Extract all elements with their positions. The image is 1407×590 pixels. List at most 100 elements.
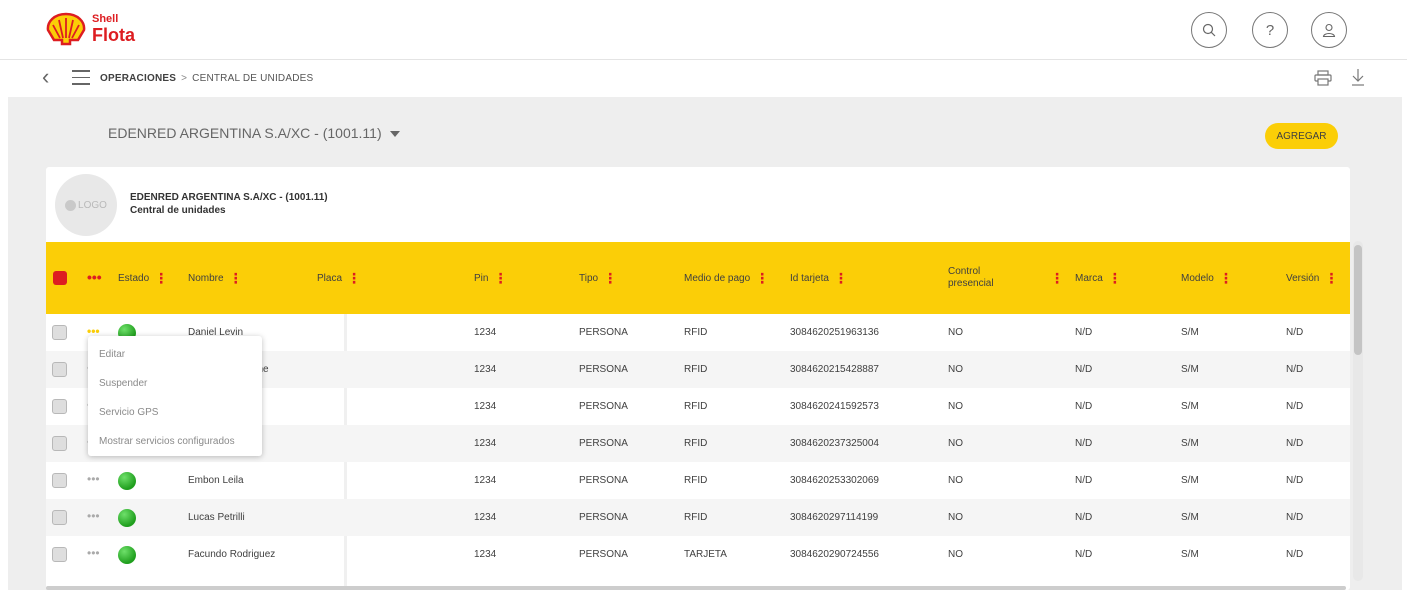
cell-version: N/D — [1286, 549, 1304, 560]
menu-item-servicio-gps[interactable]: Servicio GPS — [88, 398, 262, 427]
menu-icon[interactable] — [72, 70, 90, 85]
menu-item-editar[interactable]: Editar — [88, 340, 262, 369]
row-checkbox[interactable] — [52, 436, 67, 451]
menu-item-mostrar-servicios[interactable]: Mostrar servicios configurados — [88, 427, 262, 456]
col-estado-menu-icon[interactable]: ⋮ — [154, 271, 168, 285]
cell-marca: N/D — [1075, 364, 1093, 375]
row-actions-icon[interactable]: ••• — [87, 509, 100, 523]
cell-modelo: S/M — [1181, 327, 1199, 338]
col-placa-menu-icon[interactable]: ⋮ — [347, 271, 361, 285]
col-medio-pago-menu-icon[interactable]: ⋮ — [755, 271, 769, 285]
breadcrumb: OPERACIONES > CENTRAL DE UNIDADES — [100, 73, 313, 84]
cell-pin: 1234 — [474, 475, 497, 486]
search-icon[interactable] — [1191, 12, 1227, 48]
col-version-label: Versión — [1286, 272, 1320, 284]
col-medio-pago[interactable]: Medio de pago ⋮ — [684, 242, 769, 314]
cell-modelo: S/M — [1181, 549, 1199, 560]
col-nombre[interactable]: Nombre ⋮ — [188, 242, 243, 314]
help-icon[interactable]: ? — [1252, 12, 1288, 48]
breadcrumb-section[interactable]: OPERACIONES — [100, 73, 176, 84]
col-placa[interactable]: Placa ⋮ — [317, 242, 361, 314]
row-checkbox[interactable] — [52, 399, 67, 414]
user-icon[interactable] — [1311, 12, 1347, 48]
status-active-icon — [118, 546, 136, 564]
col-control-menu-icon[interactable]: ⋮ — [1050, 271, 1064, 285]
row-checkbox[interactable] — [52, 362, 67, 377]
col-pin-menu-icon[interactable]: ⋮ — [493, 271, 507, 285]
col-tipo-menu-icon[interactable]: ⋮ — [603, 271, 617, 285]
cell-nombre: Embon Leila — [188, 475, 244, 486]
col-id-tarjeta[interactable]: Id tarjeta ⋮ — [790, 242, 848, 314]
cell-tipo: PERSONA — [579, 512, 628, 523]
cell-marca: N/D — [1075, 512, 1093, 523]
back-arrow-icon[interactable]: ‹ — [42, 66, 49, 88]
col-marca[interactable]: Marca ⋮ — [1075, 242, 1122, 314]
col-version-menu-icon[interactable]: ⋮ — [1324, 271, 1338, 285]
cell-tipo: PERSONA — [579, 475, 628, 486]
col-pin[interactable]: Pin ⋮ — [474, 242, 507, 314]
col-modelo-menu-icon[interactable]: ⋮ — [1219, 271, 1233, 285]
col-estado-label: Estado — [118, 272, 150, 284]
vertical-scroll-thumb[interactable] — [1354, 245, 1362, 355]
row-actions-icon[interactable]: ••• — [87, 546, 100, 560]
company-select[interactable]: EDENRED ARGENTINA S.A/XC - (1001.11) — [108, 125, 400, 141]
cell-medio-pago: RFID — [684, 475, 708, 486]
table-row[interactable]: ••• Lucas Petrilli 1234 PERSONA RFID 30846202… — [46, 499, 1350, 536]
col-tipo[interactable]: Tipo ⋮ — [579, 242, 617, 314]
menu-item-suspender[interactable]: Suspender — [88, 369, 262, 398]
row-actions-icon[interactable]: ••• — [87, 472, 100, 486]
horizontal-scrollbar[interactable] — [46, 586, 1346, 590]
cell-modelo: S/M — [1181, 438, 1199, 449]
company-select-value: EDENRED ARGENTINA S.A/XC - (1001.11) — [108, 125, 382, 141]
add-button[interactable]: AGREGAR — [1265, 123, 1338, 149]
col-modelo[interactable]: Modelo ⋮ — [1181, 242, 1233, 314]
cell-modelo: S/M — [1181, 512, 1199, 523]
bulk-actions-icon[interactable]: ••• — [87, 269, 102, 285]
col-nombre-menu-icon[interactable]: ⋮ — [229, 271, 243, 285]
cell-id-tarjeta: 3084620241592573 — [790, 401, 879, 412]
table-row[interactable]: ••• Facundo Rodriguez 1234 PERSONA TARJETA 30… — [46, 536, 1350, 573]
cell-pin: 1234 — [474, 401, 497, 412]
row-checkbox[interactable] — [52, 547, 67, 562]
col-estado[interactable]: Estado ⋮ — [118, 242, 168, 314]
row-actions-menu: Editar Suspender Servicio GPS Mostrar se… — [88, 336, 262, 456]
cell-marca: N/D — [1075, 438, 1093, 449]
select-all-checkbox[interactable] — [53, 271, 67, 285]
top-header: Shell Flota ? — [0, 0, 1407, 60]
col-marca-menu-icon[interactable]: ⋮ — [1108, 271, 1122, 285]
col-tipo-label: Tipo — [579, 272, 599, 284]
col-control-label-line2: presencial — [948, 278, 994, 289]
cell-modelo: S/M — [1181, 401, 1199, 412]
table-row[interactable]: ••• Embon Leila 1234 PERSONA RFID 30846202533… — [46, 462, 1350, 499]
cell-marca: N/D — [1075, 475, 1093, 486]
breadcrumb-page: CENTRAL DE UNIDADES — [192, 73, 314, 84]
cell-medio-pago: RFID — [684, 512, 708, 523]
cell-medio-pago: RFID — [684, 364, 708, 375]
vertical-scrollbar[interactable] — [1353, 241, 1363, 581]
cell-medio-pago: RFID — [684, 401, 708, 412]
col-version[interactable]: Versión ⋮ — [1286, 242, 1338, 314]
logo-placeholder-text: LOGO — [78, 199, 107, 211]
cell-control-presencial: NO — [948, 512, 963, 523]
company-logo-placeholder: LOGO — [55, 174, 117, 236]
card-title: EDENRED ARGENTINA S.A/XC - (1001.11) — [130, 192, 328, 203]
shell-logo[interactable] — [46, 12, 86, 46]
cell-id-tarjeta: 3084620251963136 — [790, 327, 879, 338]
cell-medio-pago: RFID — [684, 327, 708, 338]
print-icon[interactable] — [1314, 70, 1332, 86]
caret-down-icon — [389, 131, 400, 138]
cell-nombre: Facundo Rodriguez — [188, 549, 276, 560]
cell-tipo: PERSONA — [579, 438, 628, 449]
cell-version: N/D — [1286, 512, 1304, 523]
row-checkbox[interactable] — [52, 473, 67, 488]
cell-medio-pago: TARJETA — [684, 549, 727, 560]
download-icon[interactable] — [1350, 67, 1366, 87]
col-id-tarjeta-menu-icon[interactable]: ⋮ — [834, 271, 848, 285]
cell-version: N/D — [1286, 327, 1304, 338]
col-placa-label: Placa — [317, 272, 343, 284]
cell-version: N/D — [1286, 401, 1304, 412]
col-control-presencial[interactable]: Control presencial ⋮ — [948, 242, 1064, 314]
row-checkbox[interactable] — [52, 325, 67, 340]
row-checkbox[interactable] — [52, 510, 67, 525]
col-control-label-line1: Control — [948, 266, 981, 277]
